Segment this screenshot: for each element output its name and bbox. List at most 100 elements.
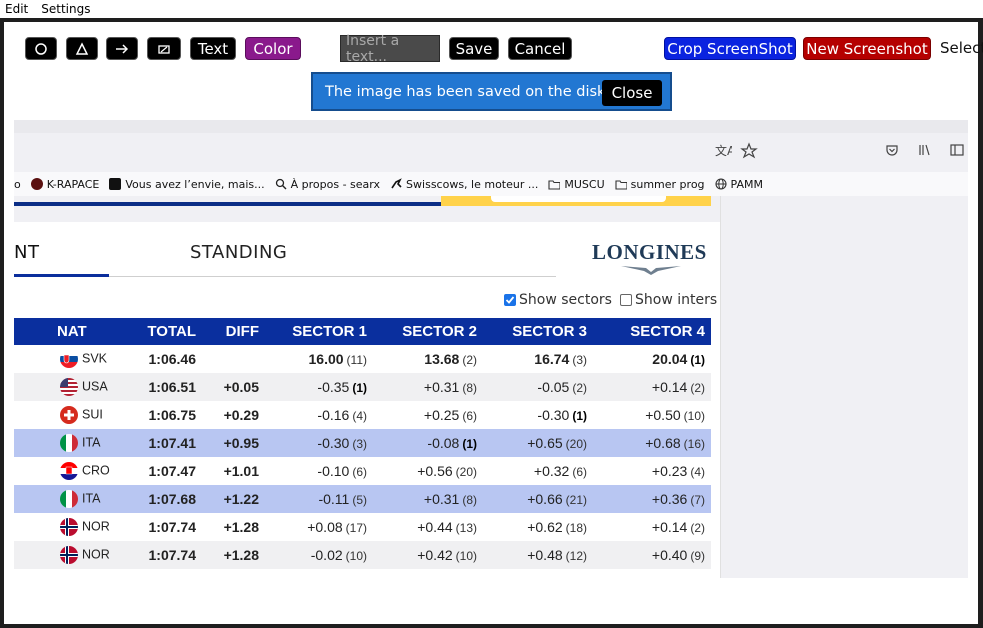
sector4-cell: +0.50 (10) — [593, 401, 711, 429]
column-header-nat[interactable]: NAT — [54, 318, 120, 345]
bookmark-item[interactable]: Swisscows, le moteur ... — [390, 178, 538, 191]
table-row[interactable]: SVK 1:06.46 16.00 (11) 13.68 (2) 16.74 (3) 20.04… — [14, 345, 711, 373]
bookmark-item[interactable]: summer prog — [615, 178, 705, 191]
sector2-rank: (10) — [455, 549, 477, 563]
table-row[interactable]: ITA 1:07.41 +0.95 -0.30 (3) -0.08 (1) +0.65 (20)… — [14, 429, 711, 457]
tab-standing[interactable]: STANDING — [190, 242, 287, 263]
nat-code: SUI — [82, 407, 103, 422]
bookmark-item[interactable]: o — [14, 178, 21, 191]
column-header-total[interactable]: TOTAL — [120, 318, 202, 345]
translate-icon[interactable]: 文A — [714, 142, 736, 165]
nat-code: ITA — [82, 491, 101, 506]
pocket-icon[interactable] — [884, 142, 900, 163]
sector2-value: +0.42 — [417, 547, 453, 563]
new-screenshot-button[interactable]: New Screenshot — [803, 37, 931, 60]
crop-screenshot-button[interactable]: Crop ScreenShot — [664, 37, 796, 60]
column-header-sector1[interactable]: SECTOR 1 — [265, 318, 373, 345]
sector3-cell: -0.05 (2) — [483, 373, 593, 401]
sector4-rank: (9) — [690, 549, 705, 563]
column-header-sector3[interactable]: SECTOR 3 — [483, 318, 593, 345]
save-button[interactable]: Save — [449, 37, 499, 60]
sector4-rank: (7) — [690, 493, 705, 507]
triangle-tool-button[interactable] — [66, 37, 98, 60]
select-label[interactable]: Select — [940, 39, 983, 57]
sector1-cell: +0.08 (17) — [265, 513, 373, 541]
eraser-tool-button[interactable] — [147, 37, 181, 60]
sector2-value: -0.08 — [427, 435, 460, 451]
column-header-sector4[interactable]: SECTOR 4 — [593, 318, 711, 345]
sector2-cell: -0.08 (1) — [373, 429, 483, 457]
table-row[interactable]: NOR 1:07.74 +1.28 -0.02 (10) +0.42 (10) +0.48 (1… — [14, 541, 711, 569]
total-cell: 1:06.51 — [120, 373, 202, 401]
circle-icon — [35, 42, 47, 55]
table-row[interactable]: USA 1:06.51 +0.05 -0.35 (1) +0.31 (8) -0.05 (2) +… — [14, 373, 711, 401]
rank-cell — [14, 429, 54, 457]
text-input[interactable]: Insert a text... — [340, 33, 440, 65]
library-icon[interactable] — [917, 142, 933, 163]
logo-wings-icon — [621, 266, 681, 275]
rank-cell — [14, 345, 54, 373]
arrow-tool-button[interactable] — [106, 37, 138, 60]
sector4-cell: +0.40 (9) — [593, 541, 711, 569]
folder-icon — [548, 180, 561, 190]
sector3-value: +0.65 — [527, 435, 563, 451]
sector4-rank: (10) — [683, 409, 705, 423]
sector1-rank: (17) — [345, 521, 367, 535]
sector3-rank: (21) — [565, 493, 587, 507]
sector3-cell: -0.30 (1) — [483, 401, 593, 429]
bookmark-item[interactable]: À propos - searx — [275, 178, 380, 191]
show-inters-toggle[interactable]: Show inters — [620, 292, 717, 308]
table-row[interactable]: SUI 1:06.75 +0.29 -0.16 (4) +0.25 (6) -0.30 (1) +… — [14, 401, 711, 429]
sector3-cell: 16.74 (3) — [483, 345, 593, 373]
rank-cell — [14, 485, 54, 513]
sector2-value: +0.31 — [423, 491, 460, 507]
sector4-rank: (2) — [690, 381, 705, 395]
menu-settings[interactable]: Settings — [41, 0, 90, 18]
header-accent-line — [14, 202, 441, 206]
checkbox-unchecked[interactable] — [620, 294, 632, 306]
table-row[interactable]: NOR 1:07.74 +1.28 +0.08 (17) +0.44 (13) +0.62 (1… — [14, 513, 711, 541]
color-button[interactable]: Color — [245, 37, 301, 60]
total-cell: 1:07.47 — [120, 457, 202, 485]
bookmark-item[interactable]: MUSCU — [548, 178, 605, 191]
table-row[interactable]: CRO 1:07.47 +1.01 -0.10 (6) +0.56 (20) +0.32 (6)… — [14, 457, 711, 485]
sector2-value: +0.56 — [417, 463, 453, 479]
browser-top-strip — [14, 120, 968, 133]
text-tool-button[interactable]: Text — [190, 37, 236, 60]
sector3-cell: +0.62 (18) — [483, 513, 593, 541]
flag-cro-icon — [60, 462, 78, 480]
sector3-cell: +0.66 (21) — [483, 485, 593, 513]
sector3-value: +0.62 — [527, 519, 563, 535]
nat-cell: USA — [54, 373, 120, 401]
show-sectors-toggle[interactable]: Show sectors — [504, 292, 612, 308]
results-table: NAT TOTAL DIFF SECTOR 1 SECTOR 2 SECTOR … — [14, 318, 711, 569]
bookmark-item[interactable]: Vous avez l’envie, mais... — [109, 178, 265, 191]
close-notification-button[interactable]: Close — [602, 80, 662, 106]
checkbox-checked[interactable] — [504, 294, 516, 306]
bookmark-item[interactable]: K-RAPACE — [30, 178, 99, 191]
cancel-button[interactable]: Cancel — [508, 37, 572, 60]
page-side-area — [720, 196, 968, 578]
sector3-value: +0.32 — [533, 463, 570, 479]
star-icon[interactable] — [740, 142, 758, 165]
tab-current[interactable]: NT — [14, 242, 39, 263]
column-header-sector2[interactable]: SECTOR 2 — [373, 318, 483, 345]
diff-cell: +1.28 — [202, 541, 265, 569]
nat-cell: SUI — [54, 401, 120, 429]
diff-cell: +1.28 — [202, 513, 265, 541]
sector2-rank: (8) — [462, 381, 477, 395]
flag-nor-icon — [60, 546, 78, 564]
diff-cell — [202, 345, 265, 373]
sector4-cell: +0.23 (4) — [593, 457, 711, 485]
bookmark-item[interactable]: PAMM — [714, 178, 763, 191]
table-row[interactable]: ITA 1:07.68 +1.22 -0.11 (5) +0.31 (8) +0.66 (21)… — [14, 485, 711, 513]
menu-edit[interactable]: Edit — [5, 0, 28, 18]
address-bar[interactable] — [14, 138, 764, 166]
sidebar-icon[interactable] — [949, 142, 965, 163]
column-header-diff[interactable]: DIFF — [202, 318, 265, 345]
sector1-cell: -0.35 (1) — [265, 373, 373, 401]
diff-cell: +0.05 — [202, 373, 265, 401]
circle-tool-button[interactable] — [25, 37, 57, 60]
nat-cell: SVK — [54, 345, 120, 373]
sector3-rank: (1) — [572, 409, 587, 423]
